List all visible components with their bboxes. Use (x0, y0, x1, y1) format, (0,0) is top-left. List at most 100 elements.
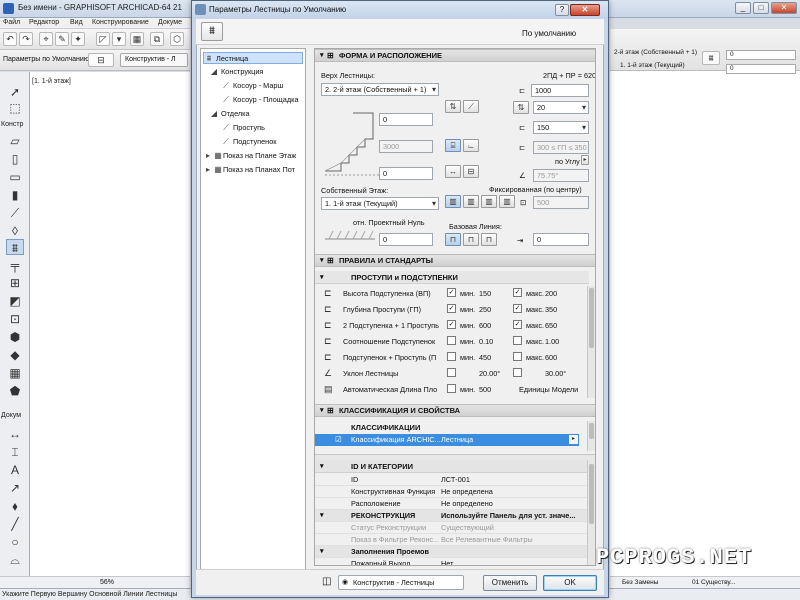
id-categories-subheader[interactable]: ▾ ID И КАТЕГОРИИ (315, 460, 589, 473)
menu-design[interactable]: Конструирование (92, 19, 149, 26)
slab-tool-icon[interactable]: ▮ (6, 187, 24, 203)
min-value[interactable]: 150 (479, 289, 491, 298)
dialog-close-button[interactable]: ✕ (570, 4, 600, 16)
layer-dropdown[interactable]: ◉ Конструктив - Лестницы (338, 575, 464, 590)
property-group-header[interactable]: ▾ РЕКОНСТРУКЦИЯ Используйте Панель для уст… (315, 510, 589, 522)
right-value-top[interactable]: 0 (726, 50, 796, 60)
circle-tool-icon[interactable]: ○ (6, 534, 24, 550)
max-checkbox[interactable]: ✓ (513, 304, 522, 313)
max-value[interactable]: 600 (545, 353, 557, 362)
property-value[interactable]: Все Релевантные Фильтры (441, 534, 533, 546)
object-tool-icon[interactable]: ⬢ (6, 329, 24, 345)
label-tool-icon[interactable]: ↗ (6, 480, 24, 496)
zoom-value[interactable]: 56% (100, 579, 114, 586)
minimize-button[interactable]: _ (735, 2, 751, 14)
bottom-offset-field[interactable]: 0 (379, 167, 433, 180)
top-story-dropdown[interactable]: 2. 2-й этаж (Собственный + 1) (321, 83, 439, 96)
angle-field[interactable]: 75.75° (533, 169, 589, 182)
curtain-wall-tool-icon[interactable]: ⊞ (6, 275, 24, 291)
menu-document[interactable]: Докуме (158, 19, 182, 26)
suspend-groups-icon[interactable]: ⧉ (150, 32, 164, 46)
property-group-header[interactable]: ▾ Заполнения Проемов (315, 546, 589, 558)
wall-tool-icon[interactable]: ▱ (6, 133, 24, 149)
beam-tool-icon[interactable]: ▭ (6, 169, 24, 185)
fixed-width-field[interactable]: 500 (533, 196, 589, 209)
tree-item-ceiling-plan-display[interactable]: ▸ ▦Показ на Планах Пот (203, 164, 303, 176)
width-mode-icon[interactable]: ↔ (445, 165, 461, 178)
classification-row[interactable]: ☑ Классификация ARCHIC... Лестница ▸ (315, 434, 579, 446)
marquee-tool-icon[interactable]: ⬚ (6, 100, 24, 116)
by-angle-arrow-icon[interactable]: ▸ (581, 155, 589, 165)
door-tool-icon[interactable]: ◩ (6, 293, 24, 309)
column-tool-icon[interactable]: ▯ (6, 151, 24, 167)
tree-item-stringer-flight[interactable]: ⟋ Косоур - Марш (221, 80, 303, 92)
rules-scroll-thumb[interactable] (589, 288, 594, 348)
layer-combo[interactable]: Конструктив - Л (120, 53, 188, 67)
min-value[interactable]: 20.00° (479, 369, 500, 378)
treads-risers-subheader[interactable]: ▾ ПРОСТУПИ и ПОДСТУПЕНКИ (315, 271, 589, 284)
property-row[interactable]: Конструктивная Функция Не определена (315, 486, 589, 498)
right-value-bottom[interactable]: 0 (726, 64, 796, 74)
collapse-icon[interactable]: ▾ (320, 271, 324, 284)
property-row[interactable]: Показ в Фильтре Реконс... Все Релевантные… (315, 534, 589, 546)
pick-up-icon[interactable]: ⌖ (39, 32, 53, 46)
min-checkbox[interactable] (447, 352, 456, 361)
level-dimension-icon[interactable]: ⌶ (6, 444, 24, 460)
stair-settings-icon[interactable]: ⊟ (88, 53, 114, 67)
magic-wand-icon[interactable]: ✦ (71, 32, 85, 46)
shell-tool-icon[interactable]: ◊ (6, 223, 24, 239)
section-classification-header[interactable]: ▾ ⊞ КЛАССИФИКАЦИЯ И СВОЙСТВА (315, 404, 595, 417)
classification-scroll-thumb[interactable] (589, 423, 594, 439)
baseline-left-icon[interactable]: ⊓ (445, 233, 461, 246)
property-value[interactable]: Нет (441, 558, 453, 565)
anchor-bottom-icon[interactable]: ⌳ (463, 139, 479, 152)
menu-file[interactable]: Файл (3, 19, 20, 26)
riser-height-field[interactable]: 150 (533, 121, 589, 134)
max-checkbox[interactable]: ✓ (513, 288, 522, 297)
arrow-tool-icon[interactable]: ➚ (6, 84, 24, 100)
classification-arrow-icon[interactable]: ▸ (569, 435, 578, 444)
ok-button[interactable]: OK (543, 575, 597, 591)
app-close-button[interactable]: ✕ (771, 2, 797, 14)
tree-item-tread[interactable]: ⟋ Проступь (221, 122, 303, 134)
min-checkbox[interactable] (447, 368, 456, 377)
min-checkbox[interactable] (447, 336, 456, 345)
tree-item-floor-plan-display[interactable]: ▸ ▦Показ на Плане Этаж (203, 150, 303, 162)
flight-align-left-icon[interactable]: ▥ (445, 195, 461, 208)
min-value[interactable]: 600 (479, 321, 491, 330)
dimension-tool-icon[interactable]: ↔ (6, 426, 24, 442)
property-value[interactable]: Используйте Панель для уст. значе... (441, 510, 575, 522)
baseline-center-icon[interactable]: ⊓ (463, 233, 479, 246)
collapse-icon[interactable]: ▾ (320, 460, 324, 473)
max-value[interactable]: 30.00° (545, 369, 566, 378)
inject-icon[interactable]: ✎ (55, 32, 69, 46)
min-value[interactable]: 500 (479, 385, 491, 394)
section-rules-header[interactable]: ▾ ⊞ ПРАВИЛА И СТАНДАРТЫ (315, 254, 595, 267)
max-checkbox[interactable] (513, 336, 522, 345)
expand-icon[interactable]: ▸ (203, 150, 213, 162)
morph-tool-icon[interactable]: ⬟ (6, 383, 24, 399)
property-value[interactable]: ЛСТ-001 (441, 474, 470, 486)
section-geometry-header[interactable]: ▾ ⊞ ФОРМА И РАСПОЛОЖЕНИЕ (315, 49, 595, 62)
max-checkbox[interactable] (513, 368, 522, 377)
property-value[interactable]: Не определена (441, 486, 493, 498)
id-scroll-thumb[interactable] (589, 464, 594, 524)
tree-item-structure[interactable]: ◢ Конструкция (209, 66, 303, 78)
view-3d-icon[interactable]: ⬡ (170, 32, 184, 46)
min-value[interactable]: 250 (479, 305, 491, 314)
max-checkbox[interactable]: ✓ (513, 320, 522, 329)
min-checkbox[interactable]: ✓ (447, 304, 456, 313)
menu-edit[interactable]: Редактор (29, 19, 59, 26)
help-button[interactable]: ? (555, 4, 569, 16)
min-value[interactable]: 450 (479, 353, 491, 362)
renovation-status-label[interactable]: 01 Существу... (692, 579, 735, 586)
zone-tool-icon[interactable]: ◆ (6, 347, 24, 363)
classification-scrollbar[interactable] (587, 421, 595, 451)
fill-tool-icon[interactable]: ⬧ (6, 498, 24, 514)
property-row[interactable]: Статус Реконструкции Существующий (315, 522, 589, 534)
max-value[interactable]: 200 (545, 289, 557, 298)
collapse-icon[interactable]: ▾ (320, 546, 324, 558)
cancel-button[interactable]: Отменить (483, 575, 537, 591)
window-tool-icon[interactable]: ⊡ (6, 311, 24, 327)
undo-icon[interactable]: ↶ (3, 32, 17, 46)
